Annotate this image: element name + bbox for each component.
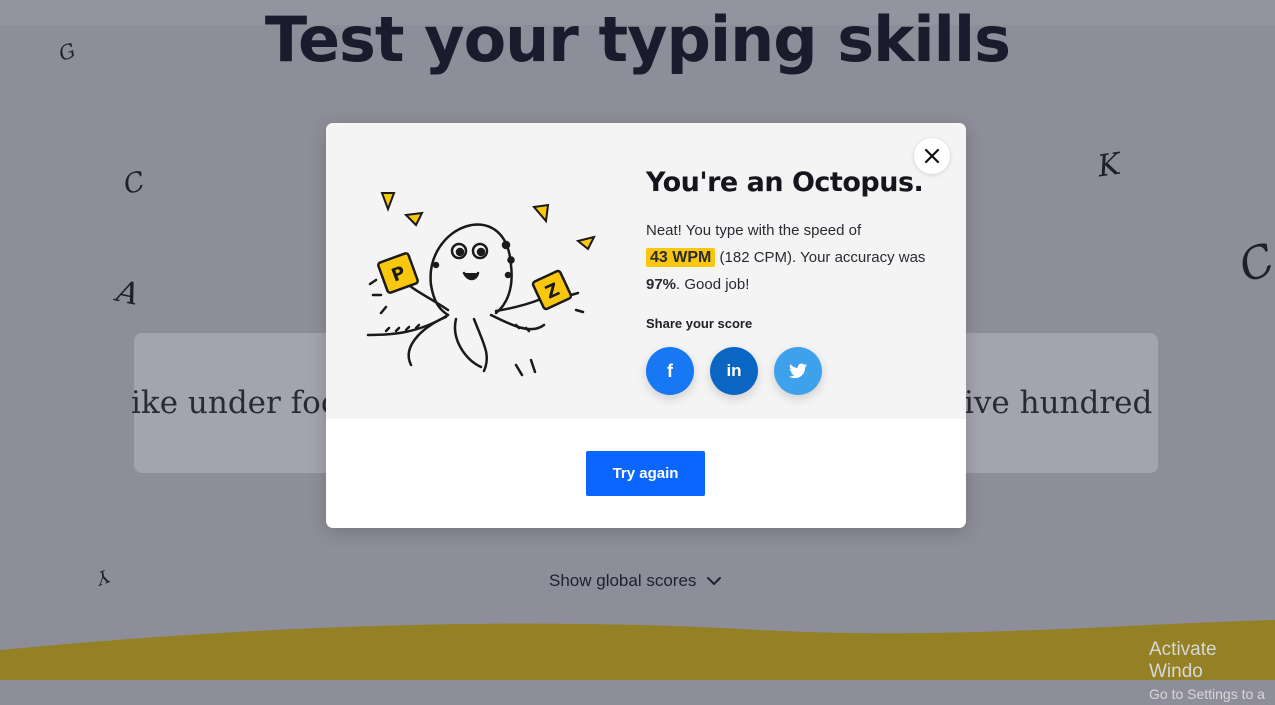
result-text-outro: . Good job! xyxy=(676,276,750,293)
result-title: You're an Octopus. xyxy=(646,167,924,198)
facebook-share-button[interactable]: f xyxy=(646,347,694,395)
accuracy-value: 97% xyxy=(646,276,677,293)
try-again-button[interactable]: Try again xyxy=(586,451,705,496)
decorative-letter: Y xyxy=(93,564,113,589)
close-icon xyxy=(924,148,940,164)
decorative-letter: C xyxy=(120,165,149,202)
typing-text-right: ive hundred xyxy=(964,385,1153,421)
show-global-scores-button[interactable]: Show global scores xyxy=(549,571,722,591)
linkedin-icon: in xyxy=(726,361,742,380)
chevron-down-icon xyxy=(707,577,722,586)
twitter-icon xyxy=(789,363,807,379)
twitter-share-button[interactable] xyxy=(774,347,822,395)
show-global-scores-label: Show global scores xyxy=(549,571,697,590)
activate-line-2: Go to Settings to a xyxy=(1149,686,1265,702)
wpm-value: 43 WPM xyxy=(646,248,716,267)
page-title: Test your typing skills xyxy=(264,3,1011,76)
decorative-letter: K xyxy=(1095,146,1123,185)
windows-activation-watermark: Activate Windo Go to Settings to a xyxy=(1149,639,1275,705)
result-text-intro: Neat! You type with the speed of xyxy=(646,222,862,239)
decorative-letter: A xyxy=(113,274,143,313)
cpm-text: (182 CPM). Your accuracy was xyxy=(719,249,926,266)
share-label: Share your score xyxy=(646,316,753,331)
linkedin-share-button[interactable]: in xyxy=(710,347,758,395)
decorative-letter: C xyxy=(1232,233,1275,294)
yellow-wave-footer xyxy=(0,620,1275,680)
typing-text-left: ike under foo xyxy=(131,385,340,421)
facebook-icon: f xyxy=(667,360,673,381)
result-summary: Neat! You type with the speed of 43 WPM … xyxy=(646,217,926,298)
result-modal: P Z You're an Octopus. Neat! You type wi… xyxy=(326,123,966,528)
activate-line-1: Activate Windo xyxy=(1149,639,1217,682)
octopus-illustration: P Z xyxy=(366,192,596,377)
